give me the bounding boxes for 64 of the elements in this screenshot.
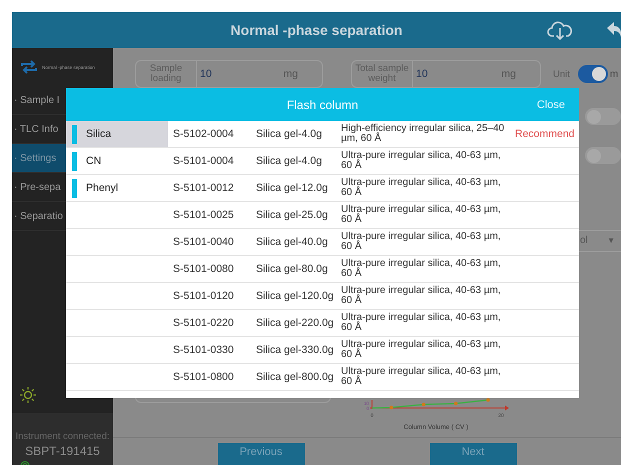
table-cell-text: Silica gel-800.0g bbox=[256, 371, 335, 383]
category-item[interactable]: Phenyl bbox=[66, 175, 168, 202]
window-title: Normal -phase separation bbox=[230, 22, 402, 38]
toggle-switch[interactable] bbox=[585, 108, 621, 125]
unit-option: m bbox=[610, 68, 618, 80]
cloud-download-icon[interactable] bbox=[547, 19, 573, 41]
table-cell-text: S-5101-0220 bbox=[173, 317, 235, 329]
table-row[interactable]: S-5101-0220 Silica gel-220.0g Ultra-pure irregular silica, 40-63 µm, 60 Å bbox=[168, 310, 579, 337]
back-arrow-icon[interactable] bbox=[607, 21, 621, 39]
data-point bbox=[486, 398, 490, 402]
table-row[interactable]: S-5101-0800 Silica gel-800.0g Ultra-pure irregular silica, 40-63 µm, 60 Å bbox=[168, 364, 579, 391]
toggle-switch[interactable] bbox=[585, 146, 621, 164]
table-cell-text: Ultra-pure irregular silica, 40-63 µm, 60 Å bbox=[341, 204, 502, 226]
table-cell-text: Silica gel-120.0g bbox=[256, 290, 335, 302]
table-cell-text: S-5101-0120 bbox=[173, 290, 235, 302]
table-cell-text: S-5101-0004 bbox=[173, 155, 235, 167]
marker-icon bbox=[72, 124, 77, 144]
table-cell-text: Silica gel-12.0g bbox=[256, 182, 329, 194]
table-cell-text: S-5101-0012 bbox=[173, 182, 235, 194]
table-cell-text: Ultra-pure irregular silica, 40-63 µm, 60 Å bbox=[341, 312, 502, 334]
table-cell-text: Silica gel-4.0g bbox=[256, 155, 323, 167]
data-point bbox=[422, 402, 426, 406]
table-cell-text: Silica gel-25.0g bbox=[256, 209, 329, 221]
table-cell-text: Ultra-pure irregular silica, 40-63 µm, 60 Å bbox=[341, 258, 502, 280]
table-cell-text: Silica gel-330.0g bbox=[256, 344, 335, 356]
swap-arrows-icon bbox=[20, 60, 38, 74]
table-cell-text: Ultra-pure irregular silica, 40-63 µm, 60 Å bbox=[341, 286, 502, 306]
table-row[interactable]: S-5101-0040 Silica gel-40.0g Ultra-pure irregular silica, 40-63 µm, 60 Å bbox=[168, 229, 579, 256]
table-cell-text: Silica gel-80.0g bbox=[256, 263, 329, 275]
table-cell-text: High-efficiency irregular silica, 25–40 µm, 60 Å bbox=[341, 124, 506, 144]
instrument-id: SBPT-191415 bbox=[25, 444, 100, 458]
table-cell-text: Silica gel-40.0g bbox=[256, 236, 329, 248]
category-item[interactable]: Silica bbox=[66, 121, 168, 148]
table-cell-text: S-5101-0040 bbox=[173, 236, 235, 248]
category-item[interactable]: CN bbox=[66, 148, 168, 175]
table-cell-text: Ultra-pure irregular silica, 40-63 µm, 60 Å bbox=[341, 340, 502, 360]
unit-toggle[interactable] bbox=[578, 65, 608, 83]
signal-icon bbox=[18, 461, 32, 465]
table-cell-text: S-5101-0800 bbox=[173, 371, 235, 383]
instrument-label: Instrument connected: bbox=[16, 431, 110, 442]
marker-icon bbox=[72, 152, 77, 170]
table-cell-text: Silica gel-220.0g bbox=[256, 317, 335, 329]
dialog-title: Flash column bbox=[286, 98, 358, 112]
table-cell-text: Ultra-pure irregular silica, 40-63 µm, 60 Å bbox=[341, 232, 502, 252]
table-row[interactable]: S-5101-0012 Silica gel-12.0g Ultra-pure irregular silica, 40-63 µm, 60 Å bbox=[168, 175, 579, 202]
table-row[interactable]: S-5101-0025 Silica gel-25.0g Ultra-pure irregular silica, 40-63 µm, 60 Å bbox=[168, 202, 579, 229]
marker-icon bbox=[72, 178, 77, 198]
sun-icon bbox=[20, 387, 36, 403]
table-cell-text: Ultra-pure irregular silica, 40-63 µm, 60 Å bbox=[341, 178, 502, 198]
table-row[interactable]: S-5101-0330 Silica gel-330.0g Ultra-pure irregular silica, 40-63 µm, 60 Å bbox=[168, 337, 579, 364]
table-row[interactable]: S-5102-0004 Silica gel-4.0g High-efficiency irregular silica, 25–40 µm, 60 Å Recommend bbox=[168, 121, 579, 148]
table-cell-text: Silica gel-4.0g bbox=[256, 128, 323, 140]
recommend-label: Recommend bbox=[515, 128, 575, 140]
table-row[interactable]: S-5101-0004 Silica gel-4.0g Ultra-pure irregular silica, 40-63 µm, 60 Å bbox=[168, 148, 579, 175]
table-cell-text: S-5101-0080 bbox=[173, 263, 235, 275]
table-row[interactable]: S-5101-0080 Silica gel-80.0g Ultra-pure irregular silica, 40-63 µm, 60 Å bbox=[168, 256, 579, 283]
table-cell-text: S-5101-0025 bbox=[173, 209, 235, 221]
table-cell-text: S-5101-0330 bbox=[173, 344, 235, 356]
table-cell-text: Ultra-pure irregular silica, 40-63 µm, 60 Å bbox=[341, 366, 502, 388]
data-point bbox=[454, 402, 458, 406]
table-cell-text: Ultra-pure irregular silica, 40-63 µm, 60 Å bbox=[341, 150, 502, 172]
data-point bbox=[390, 406, 394, 410]
table-row[interactable]: S-5101-0120 Silica gel-120.0g Ultra-pure irregular silica, 40-63 µm, 60 Å bbox=[168, 283, 579, 310]
table-cell-text: S-5102-0004 bbox=[173, 128, 235, 140]
